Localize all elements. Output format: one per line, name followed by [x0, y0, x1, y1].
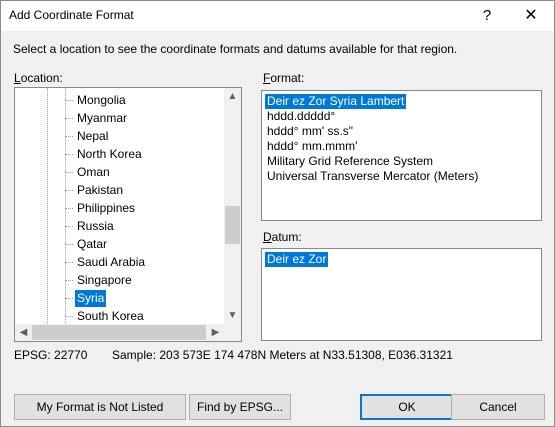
format-label: Format: [263, 71, 305, 85]
format-item-decimal-degrees[interactable]: hddd.ddddd° [265, 109, 337, 124]
format-item-mgrs[interactable]: Military Grid Reference System [265, 154, 435, 169]
title-bar: Add Coordinate Format ? ✕ [1, 1, 554, 31]
cancel-button[interactable]: Cancel [451, 394, 545, 420]
tree-item-syria[interactable]: Syria [64, 290, 107, 307]
tree-item-pakistan[interactable]: Pakistan [64, 182, 125, 199]
format-item-utm[interactable]: Universal Transverse Mercator (Meters) [265, 169, 480, 184]
horizontal-scroll-thumb[interactable] [32, 325, 206, 340]
horizontal-scrollbar[interactable]: ◀ ▶ [15, 324, 224, 341]
vertical-scrollbar[interactable]: ▲ ▼ [224, 88, 241, 324]
vertical-scroll-thumb[interactable] [225, 206, 240, 244]
tree-item-saudi-arabia[interactable]: Saudi Arabia [64, 254, 147, 271]
datum-label: Datum: [263, 230, 302, 244]
location-tree-items: Mongolia Myanmar Nepal North Korea Oman … [15, 88, 224, 324]
tree-item-myanmar[interactable]: Myanmar [64, 110, 129, 127]
tree-item-russia[interactable]: Russia [65, 218, 116, 235]
scrollbar-corner [224, 324, 241, 341]
scroll-right-icon[interactable]: ▶ [207, 324, 224, 341]
close-icon[interactable]: ✕ [509, 1, 553, 31]
datum-item-deir-ez-zor[interactable]: Deir ez Zor [265, 252, 329, 267]
tree-item-oman[interactable]: Oman [65, 164, 112, 181]
location-label-rest: ocation: [20, 71, 63, 85]
format-not-listed-button[interactable]: My Format is Not Listed [14, 394, 186, 420]
format-item-deir-ez-zor-syria-lambert[interactable]: Deir ez Zor Syria Lambert [265, 94, 407, 109]
tree-line [47, 88, 48, 324]
location-label: Location: [14, 71, 63, 85]
find-by-epsg-button[interactable]: Find by EPSG... [189, 394, 291, 420]
help-icon[interactable]: ? [465, 1, 509, 31]
scroll-up-icon[interactable]: ▲ [224, 88, 241, 105]
tree-item-north-korea[interactable]: North Korea [65, 146, 144, 163]
tree-item-mongolia[interactable]: Mongolia [65, 92, 128, 109]
tree-item-south-korea[interactable]: South Korea [65, 308, 146, 324]
scroll-left-icon[interactable]: ◀ [15, 324, 32, 341]
instruction-text: Select a location to see the coordinate … [13, 42, 458, 56]
add-coordinate-format-dialog: Add Coordinate Format ? ✕ Select a locat… [0, 0, 555, 427]
format-item-degrees-minutes-seconds[interactable]: hddd° mm' ss.s" [265, 124, 355, 139]
location-tree[interactable]: Mongolia Myanmar Nepal North Korea Oman … [14, 87, 242, 342]
epsg-code: EPSG: 22770 [14, 348, 88, 362]
format-list[interactable]: Deir ez Zor Syria Lambert hddd.ddddd° hd… [261, 90, 542, 221]
tree-item-qatar[interactable]: Qatar [64, 236, 109, 253]
format-label-rest: ormat: [270, 71, 305, 85]
tree-line [65, 88, 66, 324]
scroll-down-icon[interactable]: ▼ [224, 307, 241, 324]
format-item-degrees-decimal-minutes[interactable]: hddd° mm.mmm' [265, 139, 359, 154]
tree-item-nepal[interactable]: Nepal [64, 128, 110, 145]
window-title: Add Coordinate Format [9, 8, 134, 22]
tree-item-philippines[interactable]: Philippines [64, 200, 137, 217]
ok-button[interactable]: OK [360, 394, 454, 420]
tree-item-singapore[interactable]: Singapore [65, 272, 134, 289]
datum-label-rest: atum: [271, 230, 302, 244]
datum-list[interactable]: Deir ez Zor [261, 248, 542, 341]
sample-coordinate: Sample: 203 573E 174 478N Meters at N33.… [112, 348, 453, 362]
